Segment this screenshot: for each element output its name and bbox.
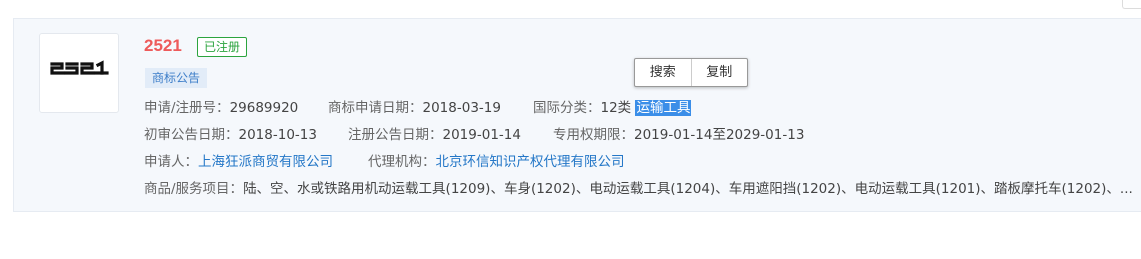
application-date-value: 2018-03-19 [422, 100, 501, 116]
status-badge: 已注册 [197, 37, 248, 57]
application-date: 商标申请日期：2018-03-19 [328, 96, 501, 116]
registration-notice-date: 注册公告日期：2019-01-14 [348, 123, 521, 143]
registration-notice-value: 2019-01-14 [442, 127, 521, 143]
trademark-logo[interactable] [39, 33, 119, 113]
search-button[interactable]: 搜索 [635, 59, 691, 86]
international-class-label: 国际分类： [533, 100, 601, 116]
goods-value: 陆、空、水或铁路用机动运载工具(1209)、车身(1202)、电动运载工具(12… [243, 181, 1133, 197]
agency-link[interactable]: 北京环信知识产权代理有限公司 [436, 154, 625, 170]
trademark-number[interactable]: 2521 [144, 36, 182, 56]
applicant-link[interactable]: 上海狂派商贸有限公司 [198, 154, 333, 170]
applicant-label: 申请人： [144, 154, 198, 170]
notice-tag[interactable]: 商标公告 [145, 68, 208, 88]
registration-number-label: 申请/注册号： [144, 100, 230, 116]
international-class-name[interactable]: 运输工具 [631, 100, 692, 116]
info-row-goods: 商品/服务项目：陆、空、水或铁路用机动运载工具(1209)、车身(1202)、电… [144, 177, 1134, 197]
copy-button[interactable]: 复制 [690, 59, 748, 86]
preliminary-notice-value: 2018-10-13 [238, 127, 317, 143]
top-strip [0, 0, 1141, 8]
exclusive-right-period: 专用权期限：2019-01-14至2029-01-13 [553, 123, 804, 143]
agency-label: 代理机构： [368, 154, 436, 170]
exclusive-right-value: 2019-01-14至2029-01-13 [634, 127, 805, 143]
applicant: 申请人：上海狂派商贸有限公司 [144, 150, 333, 170]
agency: 代理机构：北京环信知识产权代理有限公司 [368, 150, 625, 170]
international-class: 国际分类：12类 运输工具 [533, 96, 692, 116]
registration-number-value: 29689920 [229, 100, 299, 116]
trademark-logo-image [50, 60, 109, 75]
selected-text-highlight[interactable]: 运输工具 [635, 100, 692, 116]
registration-notice-label: 注册公告日期： [348, 127, 443, 143]
previous-card-corner [1122, 0, 1141, 9]
registration-number: 申请/注册号：29689920 [144, 96, 298, 116]
exclusive-right-label: 专用权期限： [553, 127, 634, 143]
goods-label: 商品/服务项目： [144, 181, 244, 197]
preliminary-notice-date: 初审公告日期：2018-10-13 [144, 123, 317, 143]
preliminary-notice-label: 初审公告日期： [144, 127, 239, 143]
international-class-value: 12类 [600, 100, 632, 116]
selection-popup: 搜索 复制 [634, 58, 748, 87]
application-date-label: 商标申请日期： [328, 100, 423, 116]
